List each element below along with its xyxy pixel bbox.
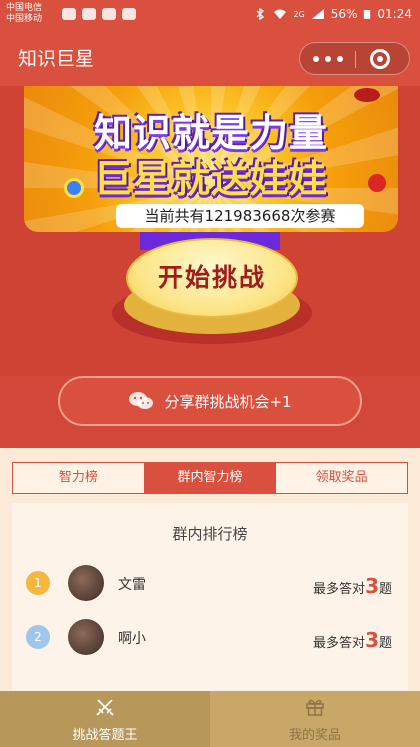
tab-iq-ranking[interactable]: 智力榜: [13, 463, 145, 493]
status-right: 2G 56% 01:24: [253, 7, 412, 21]
score-suffix: 题: [378, 636, 392, 651]
nav-challenge[interactable]: 挑战答题王: [0, 691, 210, 747]
avatar: [68, 565, 104, 601]
message-icon: [62, 8, 76, 20]
start-challenge-button[interactable]: 开始挑战: [126, 238, 298, 318]
carrier-1: 中国电信: [6, 3, 43, 13]
carrier-2: 中国移动: [6, 14, 43, 24]
decoration-ball: [354, 88, 380, 102]
capsule-divider: [355, 51, 356, 68]
score-prefix: 最多答对: [313, 582, 366, 597]
ranking-card: 群内排行榜 1 文雷 最多答对3题 2 啊小 最多答对3题: [12, 503, 408, 691]
notification-icons: [62, 8, 136, 20]
title-bar: 知识巨星: [0, 30, 420, 86]
promo-banner: 知识就是力量 巨星就送娃娃 当前共有121983668次参赛: [24, 86, 398, 232]
wifi-icon: [274, 9, 287, 19]
ranking-tabs: 智力榜 群内智力榜 领取奖品: [12, 462, 408, 494]
mini-program-capsule: [299, 42, 410, 75]
decoration-ball: [64, 178, 84, 198]
share-label: 分享群挑战机会+1: [164, 392, 292, 411]
game-icon: [102, 8, 116, 20]
ranking-row[interactable]: 2 啊小 最多答对3题: [12, 615, 408, 659]
participants-count: 当前共有121983668次参赛: [116, 204, 364, 228]
signal-icon: [311, 9, 324, 19]
user-name: 文雷: [118, 577, 146, 593]
ranking-row[interactable]: 1 文雷 最多答对3题: [12, 561, 408, 605]
wechat-icon: [129, 392, 154, 409]
app-icon: [82, 8, 96, 20]
score-prefix: 最多答对: [313, 636, 366, 651]
score-value: 3: [365, 628, 379, 652]
rank-badge: 2: [26, 625, 50, 649]
score-value: 3: [365, 574, 379, 598]
share-area: 分享群挑战机会+1: [0, 376, 420, 448]
photo-icon: [122, 8, 136, 20]
bluetooth-icon: [256, 8, 265, 20]
share-button[interactable]: 分享群挑战机会+1: [58, 376, 362, 426]
nav-label: 我的奖品: [288, 728, 341, 743]
score: 最多答对3题: [313, 574, 392, 598]
score: 最多答对3题: [313, 628, 392, 652]
network-type: 2G: [293, 9, 305, 19]
nav-my-prizes[interactable]: 我的奖品: [210, 691, 420, 747]
page-title: 知识巨星: [18, 48, 95, 70]
gift-icon: [306, 699, 324, 716]
hero-section: 知识就是力量 巨星就送娃娃 当前共有121983668次参赛 开始挑战: [0, 86, 420, 376]
close-icon[interactable]: [370, 49, 390, 69]
ranking-title: 群内排行榜: [172, 525, 248, 543]
bottom-nav: 挑战答题王 我的奖品: [0, 691, 420, 747]
rank-badge: 1: [26, 571, 50, 595]
avatar: [68, 619, 104, 655]
carrier-info: 中国电信 中国移动: [6, 3, 42, 25]
decoration-ball: [368, 174, 386, 192]
ranking-panel: 群内排行榜 1 文雷 最多答对3题 2 啊小 最多答对3题: [0, 503, 420, 691]
crossed-swords-icon: [96, 699, 114, 716]
start-challenge-label: 开始挑战: [157, 263, 266, 292]
more-icon[interactable]: [313, 53, 343, 65]
tab-claim-prize[interactable]: 领取奖品: [276, 463, 407, 493]
user-name: 啊小: [118, 631, 146, 647]
tabs-area: 智力榜 群内智力榜 领取奖品: [0, 448, 420, 503]
clock: 01:24: [377, 7, 412, 21]
status-bar: 中国电信 中国移动 2G 56% 01:24: [0, 0, 420, 30]
score-suffix: 题: [378, 582, 392, 597]
battery-icon: [364, 10, 371, 19]
tab-group-ranking[interactable]: 群内智力榜: [144, 463, 277, 493]
nav-label: 挑战答题王: [72, 728, 138, 743]
battery-percent: 56%: [330, 7, 358, 21]
